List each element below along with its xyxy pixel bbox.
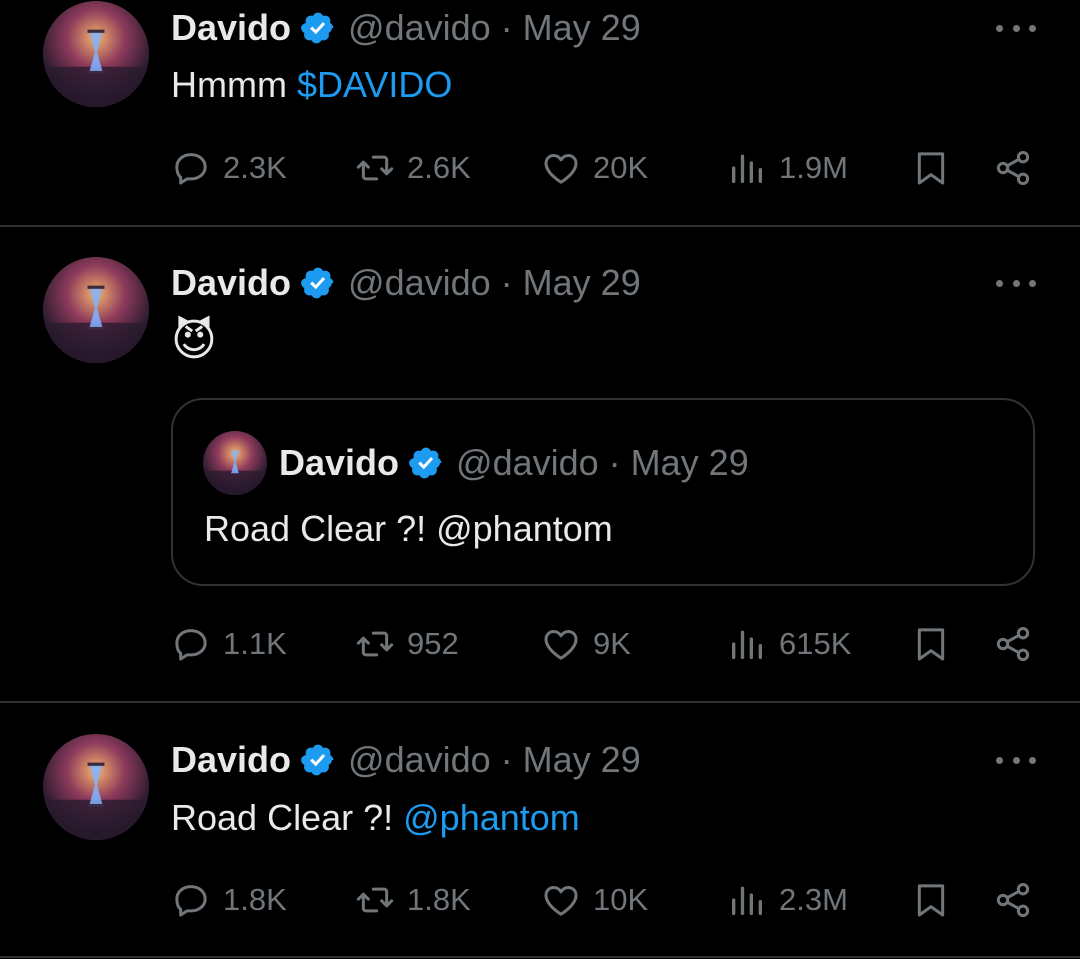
author-handle[interactable]: @davido bbox=[348, 739, 491, 781]
views-button[interactable]: 1.9M bbox=[727, 143, 848, 193]
tweet-text: Hmmm $DAVIDO bbox=[171, 64, 452, 106]
reply-button[interactable]: 2.3K bbox=[171, 143, 287, 193]
repost-button[interactable]: 1.8K bbox=[355, 875, 471, 925]
share-icon bbox=[996, 883, 1030, 917]
quoted-author-handle: @davido bbox=[456, 442, 599, 483]
bookmark-button[interactable] bbox=[911, 619, 951, 669]
share-icon bbox=[996, 151, 1030, 185]
author-handle[interactable]: @davido bbox=[348, 7, 491, 49]
author-name[interactable]: Davido bbox=[171, 7, 291, 49]
tweet-text-body: Road Clear ?! bbox=[171, 797, 404, 838]
reply-count: 1.8K bbox=[223, 882, 287, 917]
tweet-text: Road Clear ?! @phantom bbox=[171, 797, 580, 839]
like-icon bbox=[544, 886, 578, 916]
views-icon bbox=[732, 630, 762, 659]
timestamp[interactable]: May 29 bbox=[523, 7, 641, 49]
timestamp[interactable]: May 29 bbox=[523, 739, 641, 781]
share-button[interactable] bbox=[993, 143, 1033, 193]
views-icon bbox=[732, 886, 762, 915]
like-button[interactable]: 10K bbox=[541, 875, 648, 925]
bookmark-icon bbox=[917, 152, 945, 185]
bookmark-button[interactable] bbox=[911, 875, 951, 925]
reply-button[interactable]: 1.8K bbox=[171, 875, 287, 925]
like-count: 10K bbox=[593, 882, 649, 917]
separator: · bbox=[608, 442, 621, 483]
mention-link[interactable]: @phantom bbox=[403, 797, 580, 838]
quoted-tweet[interactable]: Davido @davido · May 29 Road Clear ?! @p… bbox=[171, 398, 1035, 586]
reply-count: 2.3K bbox=[223, 150, 287, 185]
action-bar: 2.3K 2.6K 20K 1.9M bbox=[171, 143, 1041, 193]
tweet-header: Davido @davido · May 29 bbox=[171, 735, 641, 785]
like-count: 20K bbox=[593, 150, 649, 185]
devil-emoji: 😈 bbox=[171, 316, 217, 365]
view-count: 1.9M bbox=[779, 150, 848, 185]
view-count: 2.3M bbox=[779, 882, 848, 917]
share-button[interactable] bbox=[993, 875, 1033, 925]
tweet-header: Davido @davido · May 29 bbox=[171, 3, 641, 53]
like-button[interactable]: 9K bbox=[541, 619, 631, 669]
divider bbox=[0, 701, 1080, 703]
author-name[interactable]: Davido bbox=[171, 739, 291, 781]
author-handle[interactable]: @davido bbox=[348, 262, 491, 304]
author-name[interactable]: Davido bbox=[171, 262, 291, 304]
verified-badge-icon bbox=[301, 267, 334, 299]
bookmark-icon bbox=[917, 628, 945, 661]
like-icon bbox=[544, 154, 578, 184]
tweet-header: Davido @davido · May 29 bbox=[171, 258, 641, 308]
views-button[interactable]: 2.3M bbox=[727, 875, 848, 925]
like-button[interactable]: 20K bbox=[541, 143, 648, 193]
cashtag-link[interactable]: $DAVIDO bbox=[297, 64, 452, 105]
divider bbox=[0, 956, 1080, 958]
quoted-timestamp: May 29 bbox=[630, 442, 749, 483]
separator: · bbox=[500, 262, 513, 303]
timestamp[interactable]: May 29 bbox=[523, 262, 641, 304]
repost-count: 2.6K bbox=[407, 150, 471, 185]
views-icon bbox=[732, 154, 762, 183]
share-icon bbox=[996, 627, 1030, 661]
avatar[interactable] bbox=[43, 1, 149, 107]
repost-icon bbox=[356, 155, 394, 181]
repost-count: 952 bbox=[407, 626, 459, 661]
reply-button[interactable]: 1.1K bbox=[171, 619, 287, 669]
repost-button[interactable]: 952 bbox=[355, 619, 459, 669]
like-icon bbox=[544, 630, 578, 660]
like-count: 9K bbox=[593, 626, 631, 661]
repost-icon bbox=[356, 887, 394, 913]
bookmark-button[interactable] bbox=[911, 143, 951, 193]
quoted-header: Davido @davido · May 29 bbox=[279, 438, 749, 488]
more-icon[interactable] bbox=[996, 268, 1036, 298]
tweet-text: 😈 bbox=[171, 315, 217, 366]
share-button[interactable] bbox=[993, 619, 1033, 669]
repost-icon bbox=[356, 631, 394, 657]
quoted-text: Road Clear ?! @phantom bbox=[204, 508, 613, 549]
verified-badge-icon bbox=[301, 12, 334, 44]
separator: · bbox=[500, 739, 513, 780]
more-icon[interactable] bbox=[996, 13, 1036, 43]
verified-badge-icon bbox=[409, 447, 442, 479]
divider bbox=[0, 225, 1080, 227]
reply-count: 1.1K bbox=[223, 626, 287, 661]
reply-icon bbox=[175, 885, 207, 917]
view-count: 615K bbox=[779, 626, 852, 661]
repost-count: 1.8K bbox=[407, 882, 471, 917]
bookmark-icon bbox=[917, 884, 945, 917]
avatar[interactable] bbox=[43, 734, 149, 840]
action-bar: 1.8K 1.8K 10K 2.3M bbox=[171, 875, 1041, 925]
reply-icon bbox=[175, 629, 207, 661]
quoted-avatar bbox=[203, 431, 267, 495]
separator: · bbox=[500, 7, 513, 48]
more-icon[interactable] bbox=[996, 745, 1036, 775]
views-button[interactable]: 615K bbox=[727, 619, 851, 669]
avatar[interactable] bbox=[43, 257, 149, 363]
quoted-author-name: Davido bbox=[279, 442, 400, 483]
repost-button[interactable]: 2.6K bbox=[355, 143, 471, 193]
reply-icon bbox=[175, 153, 207, 185]
verified-badge-icon bbox=[301, 744, 334, 776]
tweet-text-body: Hmmm bbox=[171, 64, 297, 105]
action-bar: 1.1K 952 9K 615K bbox=[171, 619, 1041, 669]
